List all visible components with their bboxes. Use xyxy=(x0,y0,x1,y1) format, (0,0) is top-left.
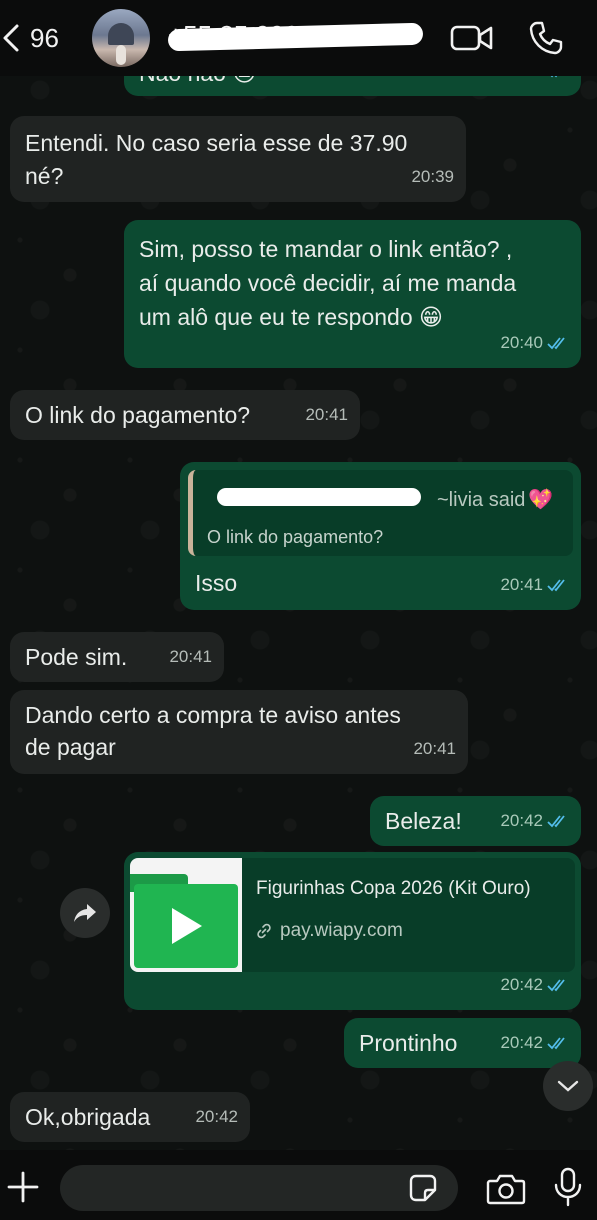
scroll-to-bottom-button[interactable] xyxy=(543,1061,593,1111)
message-incoming[interactable]: Entendi. No caso seria esse de 37.90 né?… xyxy=(10,116,466,202)
message-meta: 20:41 xyxy=(500,568,569,602)
redacted-author xyxy=(217,488,421,506)
message-meta: 20:41 xyxy=(169,640,212,674)
link-thumbnail xyxy=(130,858,242,972)
chevron-left-icon xyxy=(3,24,19,52)
message-incoming[interactable]: Dando certo a compra te aviso antes de p… xyxy=(10,690,468,774)
message-text: Prontinho xyxy=(359,1030,458,1056)
message-meta: 20:42 xyxy=(500,804,569,838)
message-meta: 20:42 xyxy=(500,1026,569,1060)
back-button[interactable]: 96 xyxy=(0,18,80,58)
plus-icon xyxy=(7,1171,39,1203)
message-meta: 20:42 xyxy=(195,1100,238,1134)
phone-icon xyxy=(529,21,563,55)
message-incoming[interactable]: O link do pagamento? 20:41 xyxy=(10,390,360,440)
read-receipt-icon xyxy=(547,1037,565,1050)
unread-count: 96 xyxy=(30,22,59,53)
message-time: 20:41 xyxy=(500,575,543,594)
play-icon xyxy=(172,908,202,944)
link-icon xyxy=(257,923,271,939)
message-incoming[interactable]: Ok,obrigada 20:42 xyxy=(10,1092,250,1142)
camera-icon xyxy=(486,1174,526,1205)
quote-author: ~livia said 💖 xyxy=(437,483,553,517)
message-text-line: Entendi. No caso seria esse de 37.90 xyxy=(25,130,408,156)
message-meta: 20:41 xyxy=(413,732,456,766)
message-meta: 20:39 xyxy=(411,160,454,194)
message-meta: 20:40 xyxy=(500,326,569,360)
message-time: 20:41 xyxy=(169,647,212,666)
message-text: Isso xyxy=(195,570,238,596)
quoted-message[interactable]: ~livia said 💖 O link do pagamento? xyxy=(188,470,573,556)
message-incoming[interactable]: Pode sim. 20:41 xyxy=(10,632,224,682)
message-time: 20:42 xyxy=(500,1033,543,1052)
read-receipt-icon xyxy=(547,815,565,828)
forward-button[interactable] xyxy=(60,888,110,938)
quote-text: O link do pagamento? xyxy=(207,527,384,547)
message-outgoing[interactable]: Beleza! 20:42 xyxy=(370,796,581,846)
message-text-line: né? xyxy=(25,163,64,189)
message-time: 20:42 xyxy=(500,811,543,830)
sticker-button[interactable] xyxy=(408,1173,438,1203)
message-text: Ok,obrigada xyxy=(25,1104,151,1130)
attach-button[interactable] xyxy=(6,1170,40,1204)
read-receipt-icon xyxy=(547,579,565,592)
message-meta: 20:41 xyxy=(305,398,348,432)
message-time: 20:41 xyxy=(305,405,348,424)
avatar-person-shape xyxy=(116,45,126,65)
message-text: O link do pagamento? xyxy=(25,402,251,428)
message-outgoing-link[interactable]: Figurinhas Copa 2026 (Kit Ouro) pay.wiap… xyxy=(124,852,581,1010)
message-time: 20:42 xyxy=(500,975,543,994)
video-call-button[interactable] xyxy=(450,22,494,54)
sticker-icon xyxy=(409,1174,437,1202)
message-text-line: Sim, posso te mandar o link então? , xyxy=(139,236,513,262)
message-outgoing[interactable]: Sim, posso te mandar o link então? , aí … xyxy=(124,220,581,368)
read-receipt-icon xyxy=(547,337,565,350)
message-outgoing-reply[interactable]: ~livia said 💖 O link do pagamento? Isso 2… xyxy=(180,462,581,610)
link-url: pay.wiapy.com xyxy=(256,914,403,948)
message-time: 20:41 xyxy=(413,739,456,758)
message-time: 20:42 xyxy=(195,1107,238,1126)
voice-call-button[interactable] xyxy=(528,20,564,56)
forward-arrow-icon xyxy=(74,904,96,922)
avatar-building-shape xyxy=(108,23,134,45)
message-text-line: aí quando você decidir, aí me manda xyxy=(139,270,517,296)
sparkling-heart-emoji: 💖 xyxy=(528,489,554,511)
microphone-icon xyxy=(554,1167,582,1207)
camera-button[interactable] xyxy=(486,1172,526,1206)
message-meta: 20:42 xyxy=(500,968,569,1002)
avatar[interactable] xyxy=(92,9,150,67)
link-title: Figurinhas Copa 2026 (Kit Ouro) xyxy=(256,878,531,899)
link-preview-card[interactable]: Figurinhas Copa 2026 (Kit Ouro) pay.wiap… xyxy=(130,858,575,972)
message-text-line: um alô que eu te respondo 😁 xyxy=(139,304,444,330)
message-time: 20:39 xyxy=(411,167,454,186)
message-text-line: Dando certo a compra te aviso antes xyxy=(25,702,401,728)
video-camera-icon xyxy=(450,25,493,51)
message-text: Pode sim. xyxy=(25,644,128,670)
message-list[interactable]: Não não 😔 20:39 Entendi. No caso seria e… xyxy=(0,0,597,1220)
link-url-text: pay.wiapy.com xyxy=(280,920,403,941)
composer-bar xyxy=(0,1150,597,1220)
message-outgoing[interactable]: Prontinho 20:42 xyxy=(344,1018,581,1068)
microphone-button[interactable] xyxy=(552,1166,584,1208)
chevron-down-icon xyxy=(557,1080,579,1092)
chat-header: 96 +55 35 9934 8075 xyxy=(0,0,597,76)
message-text-line: de pagar xyxy=(25,734,116,760)
message-time: 20:40 xyxy=(500,333,543,352)
read-receipt-icon xyxy=(547,979,565,992)
message-input[interactable] xyxy=(60,1165,458,1211)
message-input-container[interactable] xyxy=(60,1165,458,1211)
message-text: Beleza! xyxy=(385,808,462,834)
quote-author-text: ~livia said xyxy=(437,489,526,511)
